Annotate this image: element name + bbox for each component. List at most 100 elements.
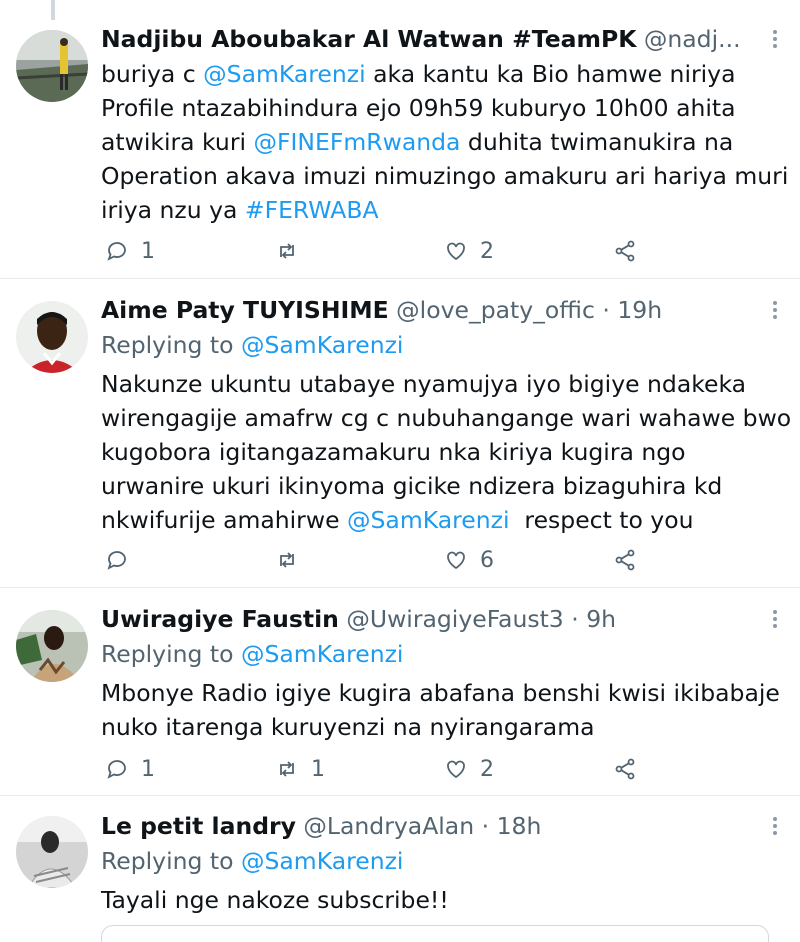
timestamp[interactable]: 19h xyxy=(617,296,662,324)
tweet[interactable]: Uwiragiye Faustin @UwiragiyeFaust3 · 9h … xyxy=(0,588,800,796)
text-segment: nkwifurije amahirwe xyxy=(101,506,347,534)
text-segment: urwanire ukuri ikinyoma gicike ndizera b… xyxy=(101,472,723,500)
replying-label: Replying to xyxy=(101,640,234,668)
text-segment: Tayali nge nakoze subscribe!! xyxy=(101,886,449,914)
author-handle[interactable]: @nadj... xyxy=(644,25,741,53)
retweet-button[interactable] xyxy=(275,545,311,575)
tweet-header: Le petit landry @LandryaAlan · 18h xyxy=(101,811,748,841)
tweet[interactable]: Le petit landry @LandryaAlan · 18h Reply… xyxy=(0,796,800,942)
avatar[interactable] xyxy=(16,30,88,102)
heart-icon xyxy=(447,551,465,570)
author-name[interactable]: Uwiragiye Faustin xyxy=(101,605,339,633)
like-button[interactable]: 2 xyxy=(444,754,494,784)
separator-dot: · xyxy=(571,605,579,633)
avatar-image xyxy=(16,30,88,102)
like-button[interactable]: 2 xyxy=(444,236,494,266)
avatar[interactable] xyxy=(16,816,88,888)
reply-count: 1 xyxy=(141,756,155,782)
share-button[interactable] xyxy=(613,754,637,784)
tweet-text-line: Mbonye Radio igiye kugira abafana benshi… xyxy=(101,676,780,710)
share-icon xyxy=(615,240,635,262)
tweet-header: Nadjibu Aboubakar Al Watwan #TeamPK @nad… xyxy=(101,24,748,54)
like-count: 6 xyxy=(480,547,494,573)
action-bar: 1 1 2 xyxy=(101,754,770,784)
tweet-text-line: urwanire ukuri ikinyoma gicike ndizera b… xyxy=(101,469,770,503)
tweet[interactable]: Aime Paty TUYISHIME @love_paty_offic · 1… xyxy=(0,279,800,588)
tweet-text-line: nuko itarenga kuruyenzi na nyirangarama xyxy=(101,710,770,744)
share-button[interactable] xyxy=(613,236,637,266)
action-bar: 6 xyxy=(101,545,770,575)
tweet-text-line: Profile ntazabihindura ejo 09h59 kuburyo… xyxy=(101,91,770,125)
text-segment: duhita twimanukira na xyxy=(460,128,734,156)
tweet-text-line: wirengagije amafrw cg c nubuhangange war… xyxy=(101,401,791,435)
retweet-button[interactable]: 1 xyxy=(275,754,325,784)
author-name[interactable]: Nadjibu Aboubakar Al Watwan #TeamPK xyxy=(101,25,636,53)
text-segment: Operation akava imuzi nimuzingo amakuru … xyxy=(101,162,789,190)
retweet-button[interactable] xyxy=(275,236,311,266)
text-segment: Profile ntazabihindura ejo 09h59 kuburyo… xyxy=(101,94,736,122)
like-button[interactable]: 6 xyxy=(444,545,494,575)
author-handle[interactable]: @love_paty_offic xyxy=(396,296,595,324)
tweet-text-line: Operation akava imuzi nimuzingo amakuru … xyxy=(101,159,788,193)
retweet-count: 1 xyxy=(311,756,325,782)
avatar-image xyxy=(16,816,88,888)
author-name[interactable]: Le petit landry xyxy=(101,812,296,840)
tweet[interactable]: Nadjibu Aboubakar Al Watwan #TeamPK @nad… xyxy=(0,0,800,279)
retweet-icon xyxy=(280,761,294,777)
more-icon[interactable] xyxy=(770,815,780,837)
tweet-text-line: Nakunze ukuntu utabaye nyamujya iyo bigi… xyxy=(101,367,770,401)
timestamp[interactable]: 9h xyxy=(586,605,616,633)
heart-icon xyxy=(447,760,465,779)
reply-button[interactable]: 1 xyxy=(105,236,155,266)
text-segment: respect to you xyxy=(509,506,694,534)
replying-label: Replying to xyxy=(101,331,234,359)
text-segment: kugobora igitangazamakuru nka kiriya kug… xyxy=(101,438,686,466)
like-count: 2 xyxy=(480,238,494,264)
hashtag-link[interactable]: #FERWABA xyxy=(245,196,379,224)
avatar-image xyxy=(16,610,88,682)
avatar-image xyxy=(16,301,88,373)
quoted-card[interactable] xyxy=(101,925,769,942)
reply-icon xyxy=(107,760,126,779)
reply-button[interactable] xyxy=(105,545,141,575)
author-handle[interactable]: @LandryaAlan xyxy=(303,812,474,840)
replying-to: Replying to @SamKarenzi xyxy=(101,846,403,876)
replying-label: Replying to xyxy=(101,847,234,875)
text-segment: nuko itarenga kuruyenzi na nyirangarama xyxy=(101,713,595,741)
tweet-header: Aime Paty TUYISHIME @love_paty_offic · 1… xyxy=(101,295,748,325)
avatar[interactable] xyxy=(16,301,88,373)
mention-link[interactable]: @SamKarenzi xyxy=(347,506,509,534)
reply-icon xyxy=(107,242,126,261)
reply-icon xyxy=(107,551,126,570)
reply-button[interactable]: 1 xyxy=(105,754,155,784)
heart-icon xyxy=(447,242,465,261)
like-count: 2 xyxy=(480,756,494,782)
avatar[interactable] xyxy=(16,610,88,682)
author-name[interactable]: Aime Paty TUYISHIME xyxy=(101,296,389,324)
more-icon[interactable] xyxy=(770,299,780,321)
replying-to: Replying to @SamKarenzi xyxy=(101,639,403,669)
text-segment: buriya c xyxy=(101,60,204,88)
tweet-header: Uwiragiye Faustin @UwiragiyeFaust3 · 9h xyxy=(101,604,748,634)
replying-to: Replying to @SamKarenzi xyxy=(101,330,403,360)
timestamp[interactable]: 18h xyxy=(497,812,542,840)
text-segment: wirengagije amafrw cg c nubuhangange war… xyxy=(101,404,792,432)
mention-link[interactable]: @FINEFmRwanda xyxy=(253,128,460,156)
text-segment: Mbonye Radio igiye kugira abafana benshi… xyxy=(101,679,780,707)
tweet-text-line: buriya c @SamKarenzi aka kantu ka Bio ha… xyxy=(101,57,770,91)
share-button[interactable] xyxy=(613,545,637,575)
more-icon[interactable] xyxy=(770,28,780,50)
tweet-text-line: nkwifurije amahirwe @SamKarenzi respect … xyxy=(101,503,770,537)
tweet-text: Tayali nge nakoze subscribe!! xyxy=(101,883,770,917)
more-icon[interactable] xyxy=(770,608,780,630)
text-segment: aka kantu ka Bio hamwe niriya xyxy=(365,60,736,88)
replying-handle-link[interactable]: @SamKarenzi xyxy=(241,640,403,668)
mention-link[interactable]: @SamKarenzi xyxy=(203,60,365,88)
tweet-text-line: Tayali nge nakoze subscribe!! xyxy=(101,883,770,917)
reply-count: 1 xyxy=(141,238,155,264)
author-handle[interactable]: @UwiragiyeFaust3 xyxy=(346,605,563,633)
share-icon xyxy=(615,549,635,571)
retweet-icon xyxy=(280,243,294,259)
replying-handle-link[interactable]: @SamKarenzi xyxy=(241,331,403,359)
replying-handle-link[interactable]: @SamKarenzi xyxy=(241,847,403,875)
